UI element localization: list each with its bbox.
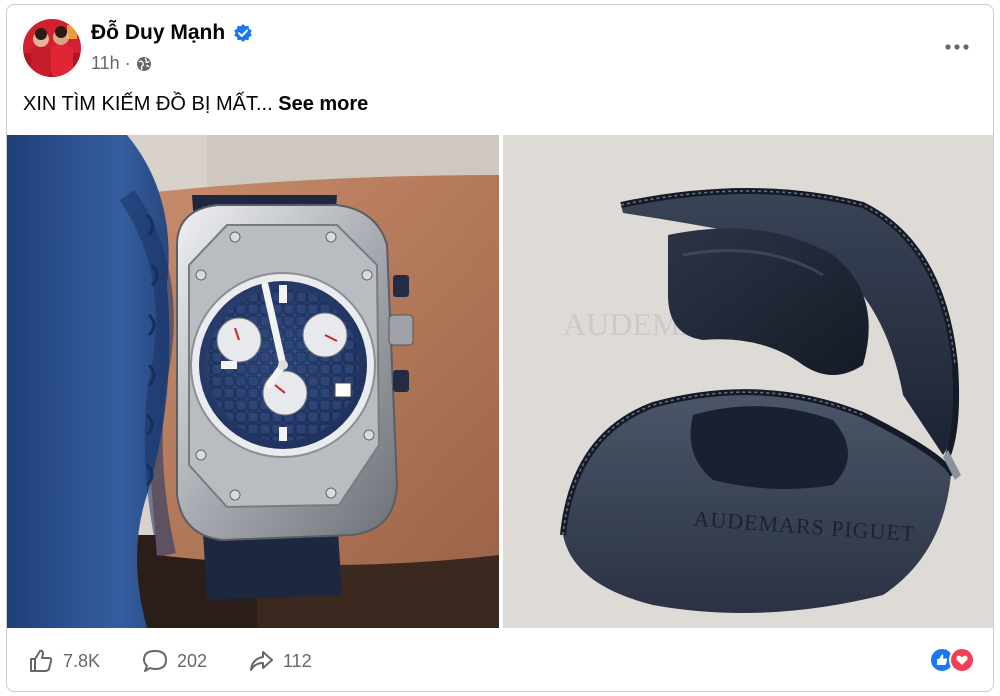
reaction-summary[interactable]: [929, 647, 975, 673]
avatar[interactable]: [23, 19, 81, 77]
more-options-button[interactable]: [939, 29, 975, 65]
share-button[interactable]: 112: [247, 643, 312, 679]
comment-count: 202: [177, 650, 208, 671]
see-more-link[interactable]: See more: [278, 93, 368, 115]
globe-icon[interactable]: [136, 56, 152, 72]
verified-badge-icon: [234, 24, 252, 42]
post-meta: 11h ·: [91, 53, 152, 74]
love-reaction-icon: [949, 647, 975, 673]
post-header: Đỗ Duy Mạnh 11h ·: [7, 5, 993, 95]
post-time[interactable]: 11h: [91, 53, 120, 74]
share-count: 112: [283, 650, 312, 671]
like-button[interactable]: 7.8K: [27, 643, 100, 679]
post-caption: XIN TÌM KIẾM ĐỒ BỊ MẤT... See more: [23, 93, 368, 116]
author-name[interactable]: Đỗ Duy Mạnh: [91, 21, 225, 45]
more-options-icon: [945, 44, 969, 50]
comment-bubble-icon: [143, 650, 167, 672]
caption-text: XIN TÌM KIẾM ĐỒ BỊ MẤT...: [23, 93, 273, 115]
photo-grid: AUDEMARS AUDEMARS PIGUET: [7, 135, 993, 628]
like-count: 7.8K: [63, 650, 101, 671]
author-line: Đỗ Duy Mạnh: [91, 21, 253, 45]
watch-case-photo[interactable]: AUDEMARS AUDEMARS PIGUET: [503, 135, 993, 628]
comment-button[interactable]: 202: [141, 643, 207, 679]
thumbs-up-icon: [30, 649, 53, 672]
post-actions: 7.8K 202 112: [7, 639, 993, 683]
share-arrow-icon: [250, 651, 273, 671]
meta-separator: ·: [124, 53, 131, 73]
watch-on-wrist-photo[interactable]: [7, 135, 499, 628]
facebook-post: Đỗ Duy Mạnh 11h · XIN TÌM KIẾM ĐỒ BỊ MẤT…: [6, 4, 994, 692]
